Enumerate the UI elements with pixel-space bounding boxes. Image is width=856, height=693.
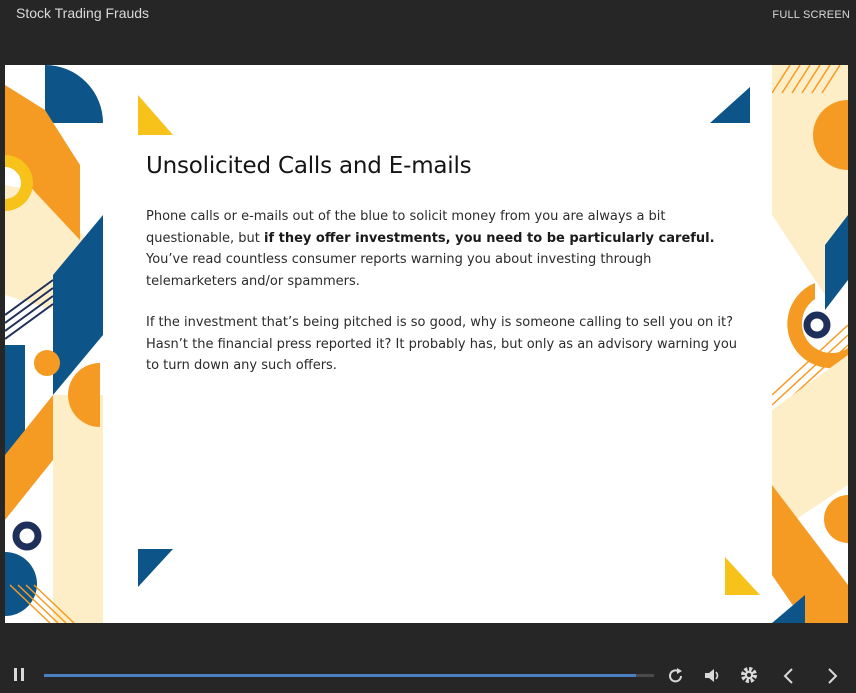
- settings-icon[interactable]: [740, 666, 758, 684]
- pause-icon[interactable]: [12, 667, 26, 683]
- orange-ring-arc: [787, 283, 848, 369]
- orange-dot-right: [824, 495, 848, 543]
- full-screen-button[interactable]: FULL SCREEN: [772, 9, 850, 21]
- orange-dot: [34, 350, 60, 376]
- yellow-triangle-bottom-right: [725, 557, 760, 595]
- emphasis-text: if they offer investments, you need to b…: [263, 230, 715, 246]
- progress-fill: [44, 674, 636, 677]
- paragraph-1: Phone calls or e-mails out of the blue t…: [146, 209, 715, 289]
- navy-corner-right: [772, 595, 805, 623]
- navy-ring: [12, 521, 42, 551]
- navy-quarter: [45, 65, 103, 123]
- navy-ring-right: [803, 311, 831, 339]
- volume-icon[interactable]: [704, 667, 722, 685]
- slide-canvas: Unsolicited Calls and E-mails Phone call…: [5, 65, 848, 623]
- next-arrow-icon[interactable]: [826, 667, 840, 685]
- progress-bar[interactable]: [44, 674, 654, 677]
- paragraph-2: If the investment that’s being pitched i…: [146, 315, 738, 373]
- title-bar: Stock Trading Frauds FULL SCREEN: [0, 0, 856, 40]
- cream-strip: [53, 395, 103, 623]
- navy-triangle-top-right: [710, 87, 750, 123]
- yellow-triangle-top-left: [138, 95, 173, 135]
- replay-icon[interactable]: [667, 667, 685, 685]
- prev-arrow-icon[interactable]: [782, 667, 796, 685]
- left-pattern: [5, 65, 103, 623]
- right-pattern: [772, 65, 848, 623]
- slide-heading: Unsolicited Calls and E-mails: [146, 153, 472, 179]
- course-title: Stock Trading Frauds: [16, 5, 150, 21]
- slide-content: Unsolicited Calls and E-mails Phone call…: [146, 153, 746, 397]
- navy-triangle-bottom-left: [138, 549, 173, 587]
